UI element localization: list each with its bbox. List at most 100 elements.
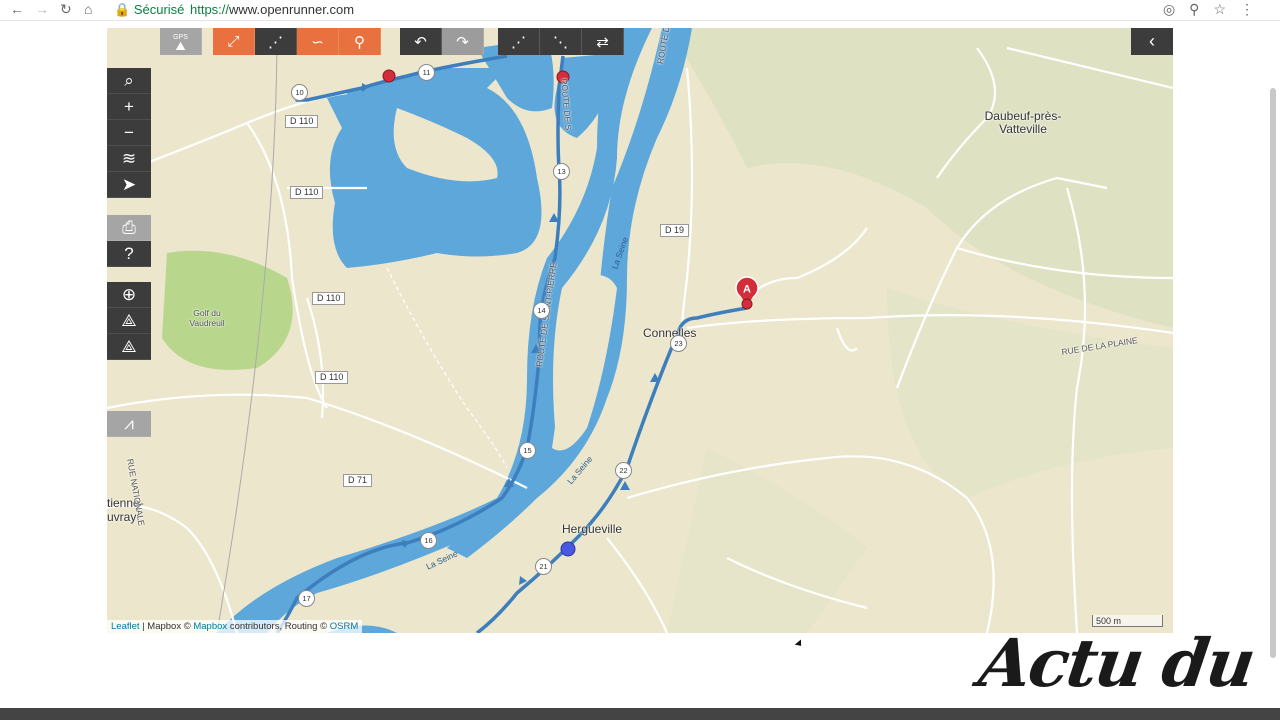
url-host: www.openrunner.com <box>229 2 355 17</box>
osrm-link[interactable]: OSRM <box>330 621 359 632</box>
km-marker: 14 <box>533 302 550 319</box>
route-nodes-icon: ⋱ <box>553 33 568 51</box>
waypoint-mode-button[interactable]: ⋰ <box>255 28 297 55</box>
reverse-route-button[interactable]: ⇄ <box>582 28 624 55</box>
chart-line-icon: ⩘ <box>124 413 134 433</box>
zoom-in-button[interactable]: + <box>107 94 151 120</box>
km-marker: 11 <box>418 64 435 81</box>
side-controls: ⌕ + − ≋ ➤ <box>107 68 151 198</box>
bicycle-icon: ⚲ <box>354 33 365 51</box>
hike-layer-button[interactable]: ⟁ <box>107 334 151 360</box>
undo-icon: ↶ <box>414 33 427 51</box>
map-view[interactable]: A Daubeuf-près-Vatteville Connelles Herg… <box>107 28 1173 633</box>
chevron-left-icon: ‹ <box>1149 31 1155 51</box>
side-tools: ⎙ ? <box>107 215 151 267</box>
place-label-hergueville: Hergueville <box>562 522 623 536</box>
route-end-button[interactable]: ⋱ <box>540 28 582 55</box>
waypoints-icon: ⋰ <box>268 33 283 51</box>
undo-button[interactable]: ↶ <box>400 28 442 55</box>
gps-icon: ⛰ <box>175 38 186 53</box>
browser-toolbar: ← → ↻ ⌂ 🔒 Sécurisé https://www.openrunne… <box>0 0 1280 21</box>
km-marker: 23 <box>670 335 687 352</box>
zoom-out-button[interactable]: − <box>107 120 151 146</box>
home-icon[interactable]: ⌂ <box>84 1 92 17</box>
km-marker: 17 <box>298 590 315 607</box>
start-marker[interactable]: A <box>735 276 759 310</box>
road-label-d110: D 110 <box>315 371 349 384</box>
km-marker: 22 <box>615 462 632 479</box>
secure-label: Sécurisé <box>133 2 185 17</box>
redo-icon: ↷ <box>456 33 469 51</box>
road-label-d110: D 110 <box>312 292 346 305</box>
collapse-panel-button[interactable]: ‹ <box>1131 28 1173 55</box>
km-marker: 16 <box>420 532 437 549</box>
layers-icon: ≋ <box>121 148 137 168</box>
road-label-d110: D 110 <box>290 186 324 199</box>
triangle-path-icon: ⟁ <box>121 310 137 330</box>
marker-label: A <box>743 284 751 296</box>
url-scheme: https:// <box>190 2 230 17</box>
km-marker: 10 <box>291 84 308 101</box>
location-icon[interactable]: ◎ <box>1163 1 1189 17</box>
navigation-arrow-icon: ➤ <box>121 174 137 194</box>
search-icon: ⌕ <box>124 70 134 90</box>
attribution-text: contributors, Routing © <box>229 621 328 632</box>
locate-button[interactable]: ➤ <box>107 172 151 198</box>
follow-road-button[interactable]: ∽ <box>297 28 339 55</box>
layers-button[interactable]: ≋ <box>107 146 151 172</box>
back-icon[interactable]: ← <box>10 1 24 17</box>
redo-button[interactable]: ↷ <box>442 28 484 55</box>
route-start-button[interactable]: ⋰ <box>498 28 540 55</box>
mountain-icon: ⟁ <box>121 336 137 356</box>
channel-logo: Actu du <box>974 624 1259 702</box>
reload-icon[interactable]: ↻ <box>60 1 72 18</box>
toolbar-history: ↶ ↷ <box>400 28 484 55</box>
road-label-d19: D 19 <box>660 224 690 237</box>
secure-indicator[interactable]: 🔒 Sécurisé <box>114 2 184 18</box>
globe-button[interactable]: ⊕ <box>107 282 151 308</box>
star-icon[interactable]: ☆ <box>1213 1 1240 17</box>
footer-strip <box>0 708 1280 720</box>
mapbox-link[interactable]: Mapbox <box>193 621 227 632</box>
extension-icon[interactable]: ⚲ <box>1189 1 1213 17</box>
mouse-cursor-icon <box>794 639 805 649</box>
toolbar-gps: GPS ⛰ <box>160 28 202 55</box>
print-button[interactable]: ⎙ <box>107 215 151 241</box>
freehand-mode-button[interactable]: ⤢ <box>213 28 255 55</box>
search-button[interactable]: ⌕ <box>107 68 151 94</box>
question-icon: ? <box>124 243 134 263</box>
place-label-golf: Golf du Vaudreuil <box>189 308 225 328</box>
km-marker: 21 <box>535 558 552 575</box>
menu-icon[interactable]: ⋮ <box>1240 1 1268 17</box>
km-marker: 13 <box>553 163 570 180</box>
road-label-d110: D 110 <box>285 115 319 128</box>
address-bar[interactable]: https://www.openrunner.com <box>190 2 354 17</box>
plus-icon: + <box>124 96 134 116</box>
toolbar-route-tools: ⋰ ⋱ ⇄ <box>498 28 624 55</box>
cycle-layer-button[interactable]: ⟁ <box>107 308 151 334</box>
route-nodes-icon: ⋰ <box>511 33 526 51</box>
place-label-connelles: Connelles <box>643 326 697 340</box>
place-label-daubeuf: Daubeuf-près-Vatteville <box>984 109 1062 136</box>
browser-tools: ◎⚲☆⋮ <box>1163 1 1268 18</box>
elevation-profile-button[interactable]: ⩘ <box>107 411 151 437</box>
road-label-d71: D 71 <box>343 474 373 487</box>
reverse-icon: ⇄ <box>596 33 609 51</box>
bike-mode-button[interactable]: ⚲ <box>339 28 381 55</box>
attribution-text: | Mapbox © <box>142 621 191 632</box>
toolbar-route-mode: ⤢ ⋰ ∽ ⚲ <box>213 28 381 55</box>
gps-button[interactable]: GPS ⛰ <box>160 28 202 55</box>
route-curve-icon: ∽ <box>311 33 324 51</box>
km-marker: 15 <box>519 442 536 459</box>
printer-icon: ⎙ <box>122 217 136 237</box>
line-draw-icon: ⤢ <box>227 33 240 50</box>
side-elevation: ⩘ <box>107 411 151 437</box>
minus-icon: − <box>124 122 134 142</box>
forward-icon[interactable]: → <box>35 1 49 17</box>
side-map-modes: ⊕ ⟁ ⟁ <box>107 282 151 360</box>
map-attribution: Leaflet | Mapbox © Mapbox contributors, … <box>107 620 363 633</box>
leaflet-link[interactable]: Leaflet <box>111 621 140 632</box>
help-button[interactable]: ? <box>107 241 151 267</box>
page-scrollbar[interactable] <box>1270 88 1276 658</box>
globe-icon: ⊕ <box>121 284 137 304</box>
